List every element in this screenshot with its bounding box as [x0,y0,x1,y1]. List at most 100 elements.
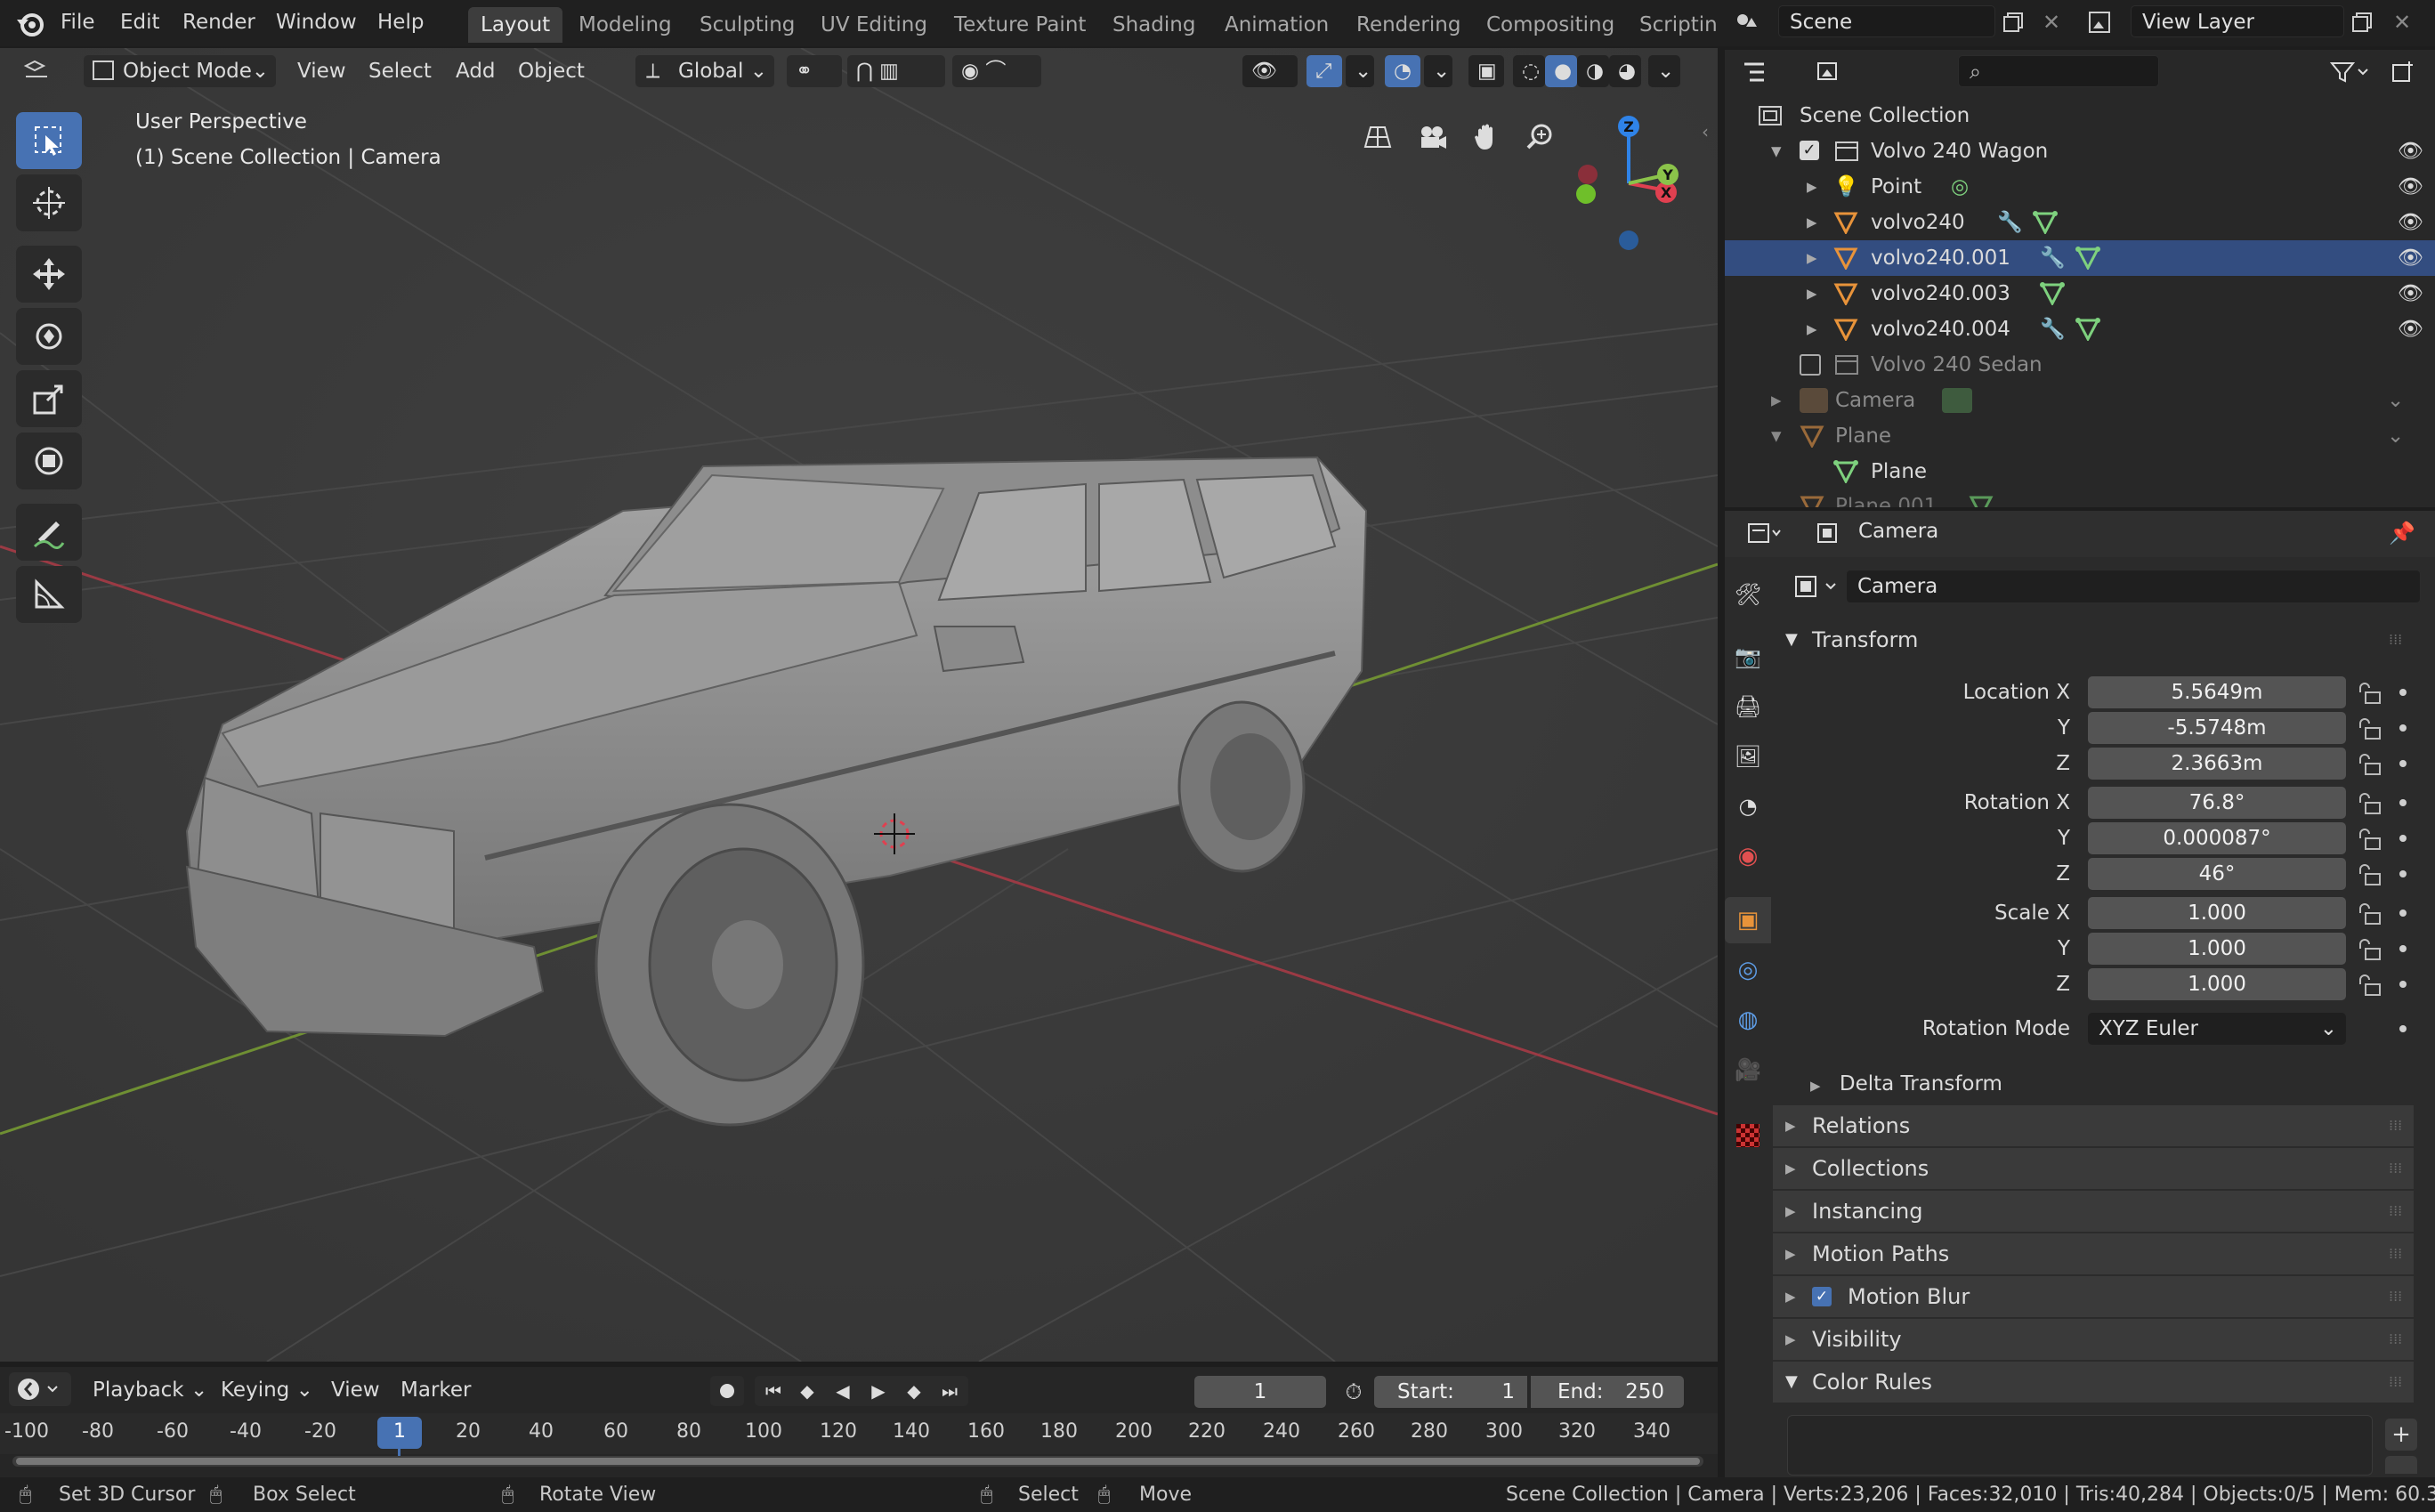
tab-scene[interactable]: ◔ [1725,783,1771,829]
outliner-row-point[interactable]: ▸ 💡 Point ◎ 👁 [1725,169,2435,205]
outliner-row-volvo240-003[interactable]: ▸ volvo240.003 👁 [1725,276,2435,311]
outliner-row-volvo-240-sedan[interactable]: Volvo 240 Sedan [1725,347,2435,383]
chevron-down-icon[interactable]: ⌄ [2387,418,2404,454]
visibility-eye-icon[interactable]: 👁 [2398,311,2423,347]
timeline-menu-view[interactable]: View [322,1374,389,1406]
visibility-eye-icon[interactable]: 👁 [2398,240,2423,276]
stopwatch-icon[interactable]: ⏱ [1337,1376,1371,1408]
object-type-dropdown[interactable] [1787,570,1846,603]
location-x-field[interactable]: 5.5649m [2088,676,2346,708]
scale-tool[interactable] [16,370,82,427]
start-frame-field[interactable]: Start: 1 [1374,1376,1527,1408]
location-z-field[interactable]: 2.3663m [2088,748,2346,780]
current-frame-field[interactable]: 1 [1194,1376,1326,1408]
scene-name-field[interactable]: Scene [1778,5,1995,37]
transform-panel-header[interactable]: ▼ Transform ⁞⁞⁞ [1773,619,2414,660]
overlays-dropdown[interactable]: ⌄ [1424,55,1452,87]
tab-output[interactable]: 🖨 [1725,683,1771,730]
view-layer-name-field[interactable]: View Layer [2131,5,2344,37]
visibility-eye-icon[interactable]: 👁 [2398,276,2423,311]
modifier-wrench-icon[interactable]: 🔧 [2040,240,2066,276]
drag-handle-icon[interactable]: ⁞⁞⁞ [2389,1362,2402,1403]
expand-triangle-icon[interactable]: ▸ [1807,240,1817,276]
drag-handle-icon[interactable]: ⁞⁞⁞ [2389,1276,2402,1317]
snap-toggle[interactable]: ⋂ ▥ [847,55,945,87]
timeline-menu-keying[interactable]: Keying ⌄ [212,1374,322,1406]
modifier-wrench-icon[interactable]: 🔧 [2040,311,2066,347]
sidebar-toggle-icon[interactable]: ‹ [1702,121,1709,142]
tab-object[interactable]: ▣ [1725,897,1771,943]
zoom-icon[interactable] [1520,117,1559,157]
timeline-editor-type-icon[interactable] [9,1372,71,1406]
properties-editor-type-icon[interactable] [1741,516,1789,550]
keyframe-dot-icon[interactable] [2399,945,2407,952]
overlays-toggle[interactable]: ◔ [1385,55,1420,87]
gizmo-dropdown[interactable]: ⌄ [1346,55,1374,87]
tab-tool[interactable]: 🛠 [1725,571,1771,618]
mode-dropdown[interactable]: Object Mode ⌄ [84,55,276,87]
rotation-y-field[interactable]: 0.000087° [2088,822,2346,854]
modifier-wrench-icon[interactable]: 🔧 [1997,205,2023,240]
editor-type-icon[interactable] [20,55,53,89]
lock-icon[interactable] [2357,826,2383,853]
drag-handle-icon[interactable]: ⁞⁞⁞ [2389,1105,2402,1146]
pan-hand-icon[interactable] [1467,117,1506,157]
3d-viewport[interactable] [0,48,1718,1362]
outliner-row-volvo-240-wagon[interactable]: ▾ ✓ Volvo 240 Wagon 👁 [1725,133,2435,169]
cursor-tool[interactable] [16,174,82,231]
lock-icon[interactable] [2357,716,2383,742]
outliner-row-plane-001[interactable]: Plane.001 [1725,489,2435,507]
chevron-down-icon[interactable]: ⌄ [2387,383,2404,418]
transform-tool[interactable] [16,433,82,489]
shading-material-button[interactable]: ◑ [1577,55,1609,87]
expand-triangle-icon[interactable]: ▸ [1807,311,1817,347]
keyframe-dot-icon[interactable] [2399,724,2407,732]
scene-selector-icon[interactable] [1730,5,1764,39]
view-layer-selector-icon[interactable] [2083,5,2116,39]
tab-view-layer[interactable]: 🖼 [1725,733,1771,780]
move-tool[interactable] [16,246,82,303]
relations-panel-header[interactable]: ▶ Relations ⁞⁞⁞ [1773,1105,2414,1146]
tab-shading[interactable]: Shading [1100,7,1208,43]
next-keyframe-icon[interactable]: ◆ [899,1376,929,1406]
motion-blur-panel-header[interactable]: ▶ ✓ Motion Blur ⁞⁞⁞ [1773,1276,2414,1317]
rotation-x-field[interactable]: 76.8° [2088,787,2346,819]
timeline-scrollbar-thumb[interactable] [16,1458,1700,1465]
collapse-triangle-icon[interactable]: ▾ [1771,133,1782,169]
measure-tool[interactable] [16,566,82,623]
menu-help[interactable]: Help [368,5,433,39]
rotation-mode-dropdown[interactable]: XYZ Euler ⌄ [2088,1013,2346,1045]
drag-handle-icon[interactable]: ⁞⁞⁞ [2389,1319,2402,1360]
rotation-z-field[interactable]: 46° [2088,858,2346,890]
keyframe-dot-icon[interactable] [2399,1025,2407,1032]
camera-data-icon[interactable] [1942,388,1972,413]
color-rules-list[interactable] [1787,1415,2373,1476]
expand-triangle-icon[interactable]: ▸ [1807,205,1817,240]
lock-icon[interactable] [2357,861,2383,888]
visibility-dropdown[interactable]: 👁 [1242,55,1298,87]
outliner-search-input[interactable]: ⌕ [1958,55,2159,87]
tab-world[interactable]: ◉ [1725,833,1771,879]
outliner-row-plane[interactable]: ▾ Plane ⌄ [1725,418,2435,454]
pin-icon[interactable]: 📌 [2385,516,2419,550]
visibility-eye-icon[interactable]: 👁 [2398,169,2423,205]
prev-keyframe-icon[interactable]: ◆ [792,1376,822,1406]
viewport-menu-object[interactable]: Object [509,55,594,87]
shading-rendered-button[interactable]: ◕ [1609,55,1641,87]
shading-solid-button[interactable]: ● [1545,55,1577,87]
scale-z-field[interactable]: 1.000 [2088,968,2346,1000]
instancing-panel-header[interactable]: ▶ Instancing ⁞⁞⁞ [1773,1191,2414,1232]
keyframe-dot-icon[interactable] [2399,799,2407,806]
3d-cursor-icon[interactable] [874,813,915,854]
timeline-menu-marker[interactable]: Marker [392,1374,481,1406]
scale-y-field[interactable]: 1.000 [2088,933,2346,965]
menu-window[interactable]: Window [267,5,366,39]
tab-physics[interactable]: ◎ [1725,947,1771,993]
menu-file[interactable]: File [52,5,104,39]
tab-sculpting[interactable]: Sculpting [687,7,807,43]
visibility-panel-header[interactable]: ▶ Visibility ⁞⁞⁞ [1773,1319,2414,1360]
filter-icon[interactable] [2323,55,2376,89]
expand-triangle-icon[interactable]: ▸ [1807,276,1817,311]
rotate-tool[interactable] [16,308,82,365]
scale-x-field[interactable]: 1.000 [2088,897,2346,929]
